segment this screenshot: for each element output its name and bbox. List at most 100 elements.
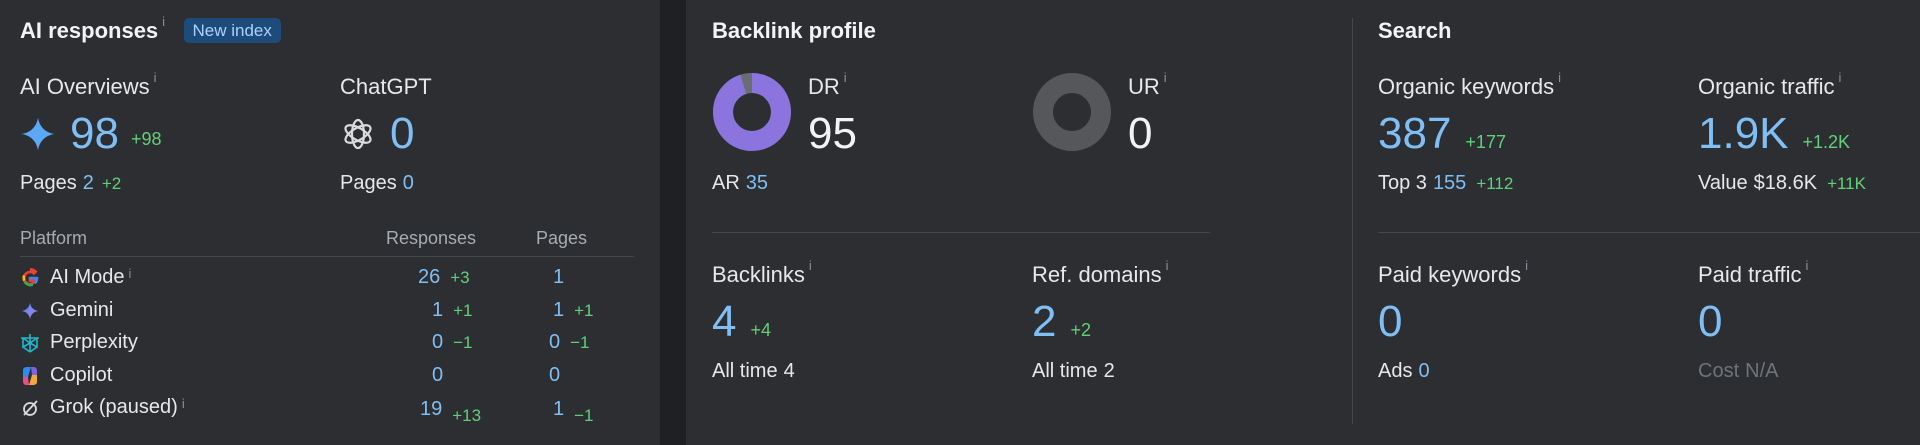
pages-cell[interactable]: 0 bbox=[549, 364, 560, 387]
ai-overviews-pages: Pages 2 +2 bbox=[20, 172, 122, 194]
search-title: Search bbox=[1378, 18, 1452, 43]
info-icon[interactable]: i bbox=[844, 70, 847, 85]
table-row[interactable]: AI Mode i bbox=[20, 266, 131, 289]
ref-domains-value[interactable]: 2 bbox=[1032, 297, 1056, 346]
paid-traffic-label[interactable]: Paid traffic i bbox=[1698, 258, 1808, 288]
chatgpt-icon bbox=[344, 118, 372, 150]
new-index-badge: New index bbox=[183, 18, 281, 43]
ai-overviews-label[interactable]: AI Overviews i bbox=[20, 70, 156, 100]
platform-name: Grok (paused) bbox=[50, 396, 178, 418]
ai-responses-panel: AI responses i New index AI Overviews i 98… bbox=[0, 0, 660, 445]
ur-value: 0 bbox=[1128, 109, 1153, 158]
platform-name: Copilot bbox=[50, 364, 113, 386]
responses-cell[interactable]: 0 −1 bbox=[432, 331, 473, 354]
info-icon[interactable]: i bbox=[162, 14, 165, 29]
platform-header: Platform bbox=[20, 228, 88, 248]
perplexity-icon bbox=[21, 333, 39, 353]
backlink-divider bbox=[712, 232, 1210, 233]
responses-cell[interactable]: 1 +1 bbox=[432, 299, 473, 322]
cost-metric: Cost N/A bbox=[1698, 360, 1779, 382]
ai-responses-title: AI responses bbox=[20, 18, 159, 43]
pages-cell[interactable]: 1 bbox=[553, 266, 564, 289]
organic-traffic-value[interactable]: 1.9K bbox=[1698, 109, 1789, 158]
metrics-panel: Backlink profile DR i 95 AR 35 UR i 0 Backl… bbox=[686, 0, 1920, 445]
chatgpt-metric: 0 bbox=[340, 112, 414, 156]
info-icon[interactable]: i bbox=[809, 258, 812, 273]
platform-name: Gemini bbox=[50, 299, 114, 321]
top3-value[interactable]: 155 bbox=[1433, 172, 1466, 194]
section-divider bbox=[1352, 18, 1353, 424]
info-icon[interactable]: i bbox=[1166, 258, 1169, 273]
dr-donut[interactable] bbox=[712, 72, 792, 152]
organic-keywords-metric: 387 +177 bbox=[1378, 112, 1506, 156]
ai-responses-header: AI responses i New index bbox=[20, 14, 281, 44]
organic-keywords-delta: +177 bbox=[1465, 132, 1506, 152]
chatgpt-pages: Pages 0 bbox=[340, 172, 414, 194]
info-icon[interactable]: i bbox=[1806, 258, 1809, 273]
backlinks-alltime: All time 4 bbox=[712, 360, 795, 382]
platform-name: AI Mode bbox=[50, 266, 125, 288]
ref-domains-label[interactable]: Ref. domains i bbox=[1032, 258, 1169, 288]
pages-value[interactable]: 2 bbox=[83, 172, 94, 194]
dr-label[interactable]: DR i bbox=[808, 70, 847, 100]
backlinks-label[interactable]: Backlinks i bbox=[712, 258, 812, 288]
info-icon[interactable]: i bbox=[1839, 70, 1842, 85]
organic-keywords-label[interactable]: Organic keywords i bbox=[1378, 70, 1561, 100]
ref-domains-metric: 2 +2 bbox=[1032, 300, 1091, 344]
dr-donut-arc bbox=[713, 73, 791, 151]
organic-traffic-metric: 1.9K +1.2K bbox=[1698, 112, 1850, 156]
paid-keywords-value[interactable]: 0 bbox=[1378, 300, 1402, 344]
table-row[interactable]: Copilot bbox=[20, 364, 112, 387]
platform-name: Perplexity bbox=[50, 331, 138, 353]
responses-cell[interactable]: 26 +3 bbox=[418, 266, 470, 289]
organic-traffic-delta: +1.2K bbox=[1802, 132, 1851, 152]
pages-value[interactable]: 0 bbox=[403, 172, 414, 194]
organic-keywords-value[interactable]: 387 bbox=[1378, 109, 1451, 158]
pages-cell[interactable]: 0 −1 bbox=[549, 331, 590, 354]
info-icon[interactable]: i bbox=[1525, 258, 1528, 273]
dashboard: AI responses i New index AI Overviews i 98… bbox=[0, 0, 1920, 445]
chatgpt-label[interactable]: ChatGPT bbox=[340, 74, 432, 100]
traffic-value-metric: Value $18.6K +11K bbox=[1698, 172, 1866, 194]
ar-value[interactable]: 35 bbox=[746, 172, 768, 194]
responses-header[interactable]: Responses bbox=[386, 228, 476, 249]
info-icon[interactable]: i bbox=[182, 396, 185, 411]
search-divider bbox=[1378, 232, 1920, 233]
chatgpt-value[interactable]: 0 bbox=[390, 112, 414, 156]
responses-cell[interactable]: 19 +13 bbox=[420, 398, 481, 425]
table-row[interactable]: Gemini bbox=[20, 299, 113, 322]
pages-cell[interactable]: 1 −1 bbox=[553, 398, 594, 425]
top3-metric: Top 3 155 +112 bbox=[1378, 172, 1514, 194]
table-row[interactable]: Grok (paused) i bbox=[20, 396, 185, 419]
backlink-profile-title: Backlink profile bbox=[712, 18, 876, 43]
backlinks-value[interactable]: 4 bbox=[712, 297, 736, 346]
responses-cell[interactable]: 0 bbox=[432, 364, 443, 387]
gemini-icon bbox=[21, 302, 39, 319]
info-icon[interactable]: i bbox=[1558, 70, 1561, 85]
ur-donut[interactable] bbox=[1032, 72, 1112, 152]
ai-overviews-value[interactable]: 98 bbox=[70, 112, 119, 156]
table-divider bbox=[20, 256, 634, 257]
pages-cell[interactable]: 1 +1 bbox=[553, 299, 594, 322]
paid-keywords-label[interactable]: Paid keywords i bbox=[1378, 258, 1528, 288]
table-row[interactable]: Perplexity bbox=[20, 331, 138, 354]
google-icon bbox=[22, 267, 39, 286]
pages-delta: +2 bbox=[101, 174, 122, 193]
ref-domains-alltime: All time 2 bbox=[1032, 360, 1115, 382]
sparkle-icon bbox=[21, 117, 55, 151]
ai-overviews-delta: +98 bbox=[130, 128, 162, 149]
info-icon[interactable]: i bbox=[128, 266, 131, 281]
ads-value[interactable]: 0 bbox=[1418, 360, 1429, 382]
grok-icon bbox=[23, 399, 38, 416]
organic-traffic-label[interactable]: Organic traffic i bbox=[1698, 70, 1841, 100]
traffic-value: $18.6K bbox=[1753, 172, 1818, 194]
ur-label[interactable]: UR i bbox=[1128, 70, 1167, 100]
info-icon[interactable]: i bbox=[1164, 70, 1167, 85]
ar-metric: AR 35 bbox=[712, 172, 769, 194]
pages-header[interactable]: Pages bbox=[536, 228, 587, 249]
backlinks-delta: +4 bbox=[750, 320, 772, 340]
info-icon[interactable]: i bbox=[154, 70, 157, 85]
paid-traffic-value[interactable]: 0 bbox=[1698, 300, 1722, 344]
ref-domains-delta: +2 bbox=[1070, 320, 1092, 340]
dr-value: 95 bbox=[808, 109, 857, 158]
